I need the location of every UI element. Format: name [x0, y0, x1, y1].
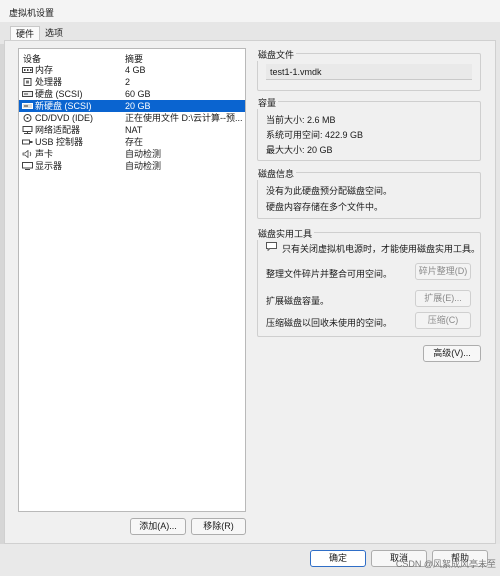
device-list-header: 设备 摘要	[19, 51, 245, 64]
device-name: USB 控制器	[35, 137, 84, 147]
max-size-text: 最大大小: 20 GB	[266, 145, 333, 155]
device-name: 硬盘 (SCSI)	[35, 89, 83, 99]
available-space-text: 系统可用空间: 422.9 GB	[266, 130, 364, 140]
disk-info-title: 磁盘信息	[256, 167, 297, 180]
disk-info-line2: 硬盘内容存储在多个文件中。	[266, 202, 384, 212]
compact-text: 压缩磁盘以回收未使用的空间。	[266, 318, 393, 328]
advanced-button[interactable]: 高级(V)...	[423, 345, 481, 362]
device-name: 网络适配器	[35, 125, 81, 135]
cpu-icon	[23, 78, 32, 86]
info-message-icon	[266, 242, 277, 251]
utilities-note: 只有关闭虚拟机电源时，才能使用磁盘实用工具。	[282, 244, 481, 254]
tab-strip: 硬件 选项	[0, 24, 500, 42]
device-summary: 自动检测	[125, 149, 162, 159]
hard-disk-icon	[22, 103, 33, 109]
device-row-display[interactable]: 显示器 自动检测	[19, 160, 245, 172]
device-name: 处理器	[35, 77, 63, 87]
device-row-memory[interactable]: 内存 4 GB	[19, 64, 245, 76]
compact-button[interactable]: 压缩(C)	[415, 312, 471, 329]
tab-options[interactable]: 选项	[40, 26, 68, 41]
add-device-button[interactable]: 添加(A)...	[130, 518, 186, 535]
device-summary: 4 GB	[125, 65, 146, 75]
disk-file-field[interactable]: test1-1.vmdk	[266, 64, 472, 80]
capacity-title: 容量	[256, 96, 279, 109]
device-row-cd-dvd[interactable]: CD/DVD (IDE) 正在使用文件 D:\云计算--预...	[19, 112, 245, 124]
device-row-processor[interactable]: 处理器 2	[19, 76, 245, 88]
disk-utilities-title: 磁盘实用工具	[256, 227, 315, 240]
device-summary: 存在	[125, 137, 144, 147]
remove-device-button[interactable]: 移除(R)	[191, 518, 246, 535]
device-list[interactable]: 设备 摘要 内存 4 GB 处理器 2 硬盘 (SCSI) 60 GB 新硬盘 …	[18, 48, 246, 512]
cd-dvd-icon	[23, 114, 32, 122]
device-summary: 自动检测	[125, 161, 162, 171]
device-row-usb-controller[interactable]: USB 控制器 存在	[19, 136, 245, 148]
title-bar: 虚拟机设置	[0, 0, 500, 22]
disk-file-value: test1-1.vmdk	[270, 67, 322, 77]
device-summary: NAT	[125, 125, 143, 135]
device-name: 声卡	[35, 149, 54, 159]
device-summary: 正在使用文件 D:\云计算--预...	[125, 113, 243, 123]
expand-text: 扩展磁盘容量。	[266, 296, 330, 306]
defrag-button[interactable]: 碎片整理(D)	[415, 263, 471, 280]
disk-file-title: 磁盘文件	[256, 48, 297, 61]
device-name: 新硬盘 (SCSI)	[35, 101, 92, 111]
display-icon	[22, 162, 33, 170]
disk-info-line1: 没有为此硬盘预分配磁盘空间。	[266, 186, 393, 196]
current-size-text: 当前大小: 2.6 MB	[266, 115, 336, 125]
network-adapter-icon	[22, 126, 33, 134]
defrag-text: 整理文件碎片并整合可用空间。	[266, 269, 393, 279]
device-name: 显示器	[35, 161, 63, 171]
hard-disk-icon	[22, 91, 33, 97]
device-row-hard-disk[interactable]: 硬盘 (SCSI) 60 GB	[19, 88, 245, 100]
device-row-sound-card[interactable]: 声卡 自动检测	[19, 148, 245, 160]
device-row-new-hard-disk[interactable]: 新硬盘 (SCSI) 20 GB	[19, 100, 245, 112]
usb-icon	[22, 139, 33, 145]
device-summary: 60 GB	[125, 89, 151, 99]
device-row-network-adapter[interactable]: 网络适配器 NAT	[19, 124, 245, 136]
watermark: CSDN @风絮成风亭未至	[395, 559, 496, 569]
memory-icon	[22, 67, 33, 73]
window-title: 虚拟机设置	[9, 8, 55, 18]
ok-button[interactable]: 确定	[310, 550, 366, 567]
speaker-icon	[22, 150, 32, 158]
device-summary: 2	[125, 77, 131, 87]
device-name: CD/DVD (IDE)	[35, 113, 93, 123]
device-summary: 20 GB	[125, 101, 151, 111]
device-name: 内存	[35, 65, 54, 75]
expand-button[interactable]: 扩展(E)...	[415, 290, 471, 307]
